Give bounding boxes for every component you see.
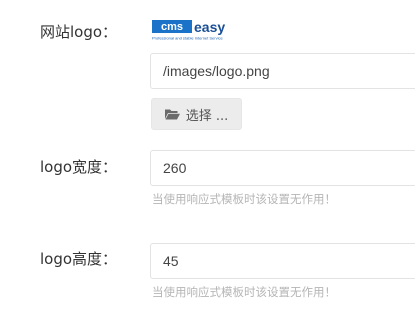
logo-path-input[interactable] <box>150 53 415 89</box>
logo-label: 网站logo： <box>40 23 118 41</box>
choose-file-label: 选择 ... <box>185 108 229 124</box>
logo-width-input[interactable] <box>150 150 415 186</box>
choose-file-button[interactable]: 选择 ... <box>151 98 242 130</box>
logo-tagline: Professional and stable Internet Service <box>152 36 223 41</box>
logo-height-label: logo高度： <box>40 250 118 268</box>
logo-height-hint: 当使用响应式模板时该设置无作用！ <box>152 285 336 299</box>
logo-brand-cms: cms <box>161 21 183 33</box>
logo-brand-easy: easy <box>194 19 225 35</box>
logo-width-hint: 当使用响应式模板时该设置无作用！ <box>152 192 336 206</box>
site-logo-image: cms easy Professional and stable Interne… <box>152 19 225 41</box>
logo-height-input[interactable] <box>150 243 415 279</box>
logo-width-label: logo宽度： <box>40 158 118 176</box>
folder-open-icon <box>164 109 180 120</box>
